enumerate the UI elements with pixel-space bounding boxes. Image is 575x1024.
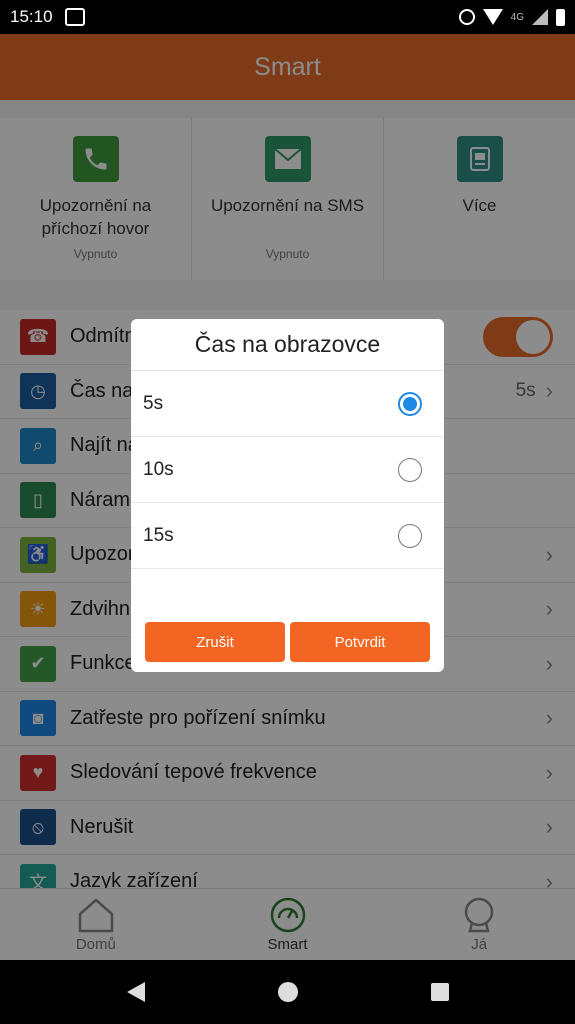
cancel-button[interactable]: Zrušit <box>145 622 285 662</box>
radio-icon[interactable] <box>398 457 422 482</box>
option-15s[interactable]: 15s <box>131 503 444 569</box>
option-5s[interactable]: 5s <box>131 371 444 437</box>
notification-icon <box>64 8 85 26</box>
system-nav-bar <box>0 960 575 1024</box>
battery-icon <box>556 8 565 26</box>
option-label: 5s <box>143 392 164 414</box>
radio-icon[interactable] <box>398 523 422 548</box>
confirm-button[interactable]: Potvrdit <box>290 622 430 662</box>
option-label: 10s <box>143 458 174 480</box>
alarm-icon <box>458 9 475 25</box>
dialog-buttons: Zrušit Potvrdit <box>145 622 430 662</box>
status-icons: 4G <box>458 8 565 26</box>
wifi-icon <box>482 9 503 25</box>
recent-apps-icon[interactable] <box>430 983 449 1001</box>
back-icon[interactable] <box>126 982 145 1002</box>
dialog-title: Čas na obrazovce <box>131 319 444 371</box>
status-bar: 15:10 4G <box>0 0 575 34</box>
option-label: 15s <box>143 524 174 546</box>
network-type: 4G <box>510 11 524 23</box>
option-10s[interactable]: 10s <box>131 437 444 503</box>
signal-icon <box>532 9 548 25</box>
screen: 15:10 4G Smart Upozornění na příchozí ho… <box>0 0 575 1024</box>
status-time: 15:10 <box>10 7 53 26</box>
screen-time-dialog: Čas na obrazovce 5s 10s 15s Zrušit Potvr… <box>131 319 444 672</box>
radio-selected-icon[interactable] <box>398 391 422 416</box>
home-button-icon[interactable] <box>277 982 298 1002</box>
